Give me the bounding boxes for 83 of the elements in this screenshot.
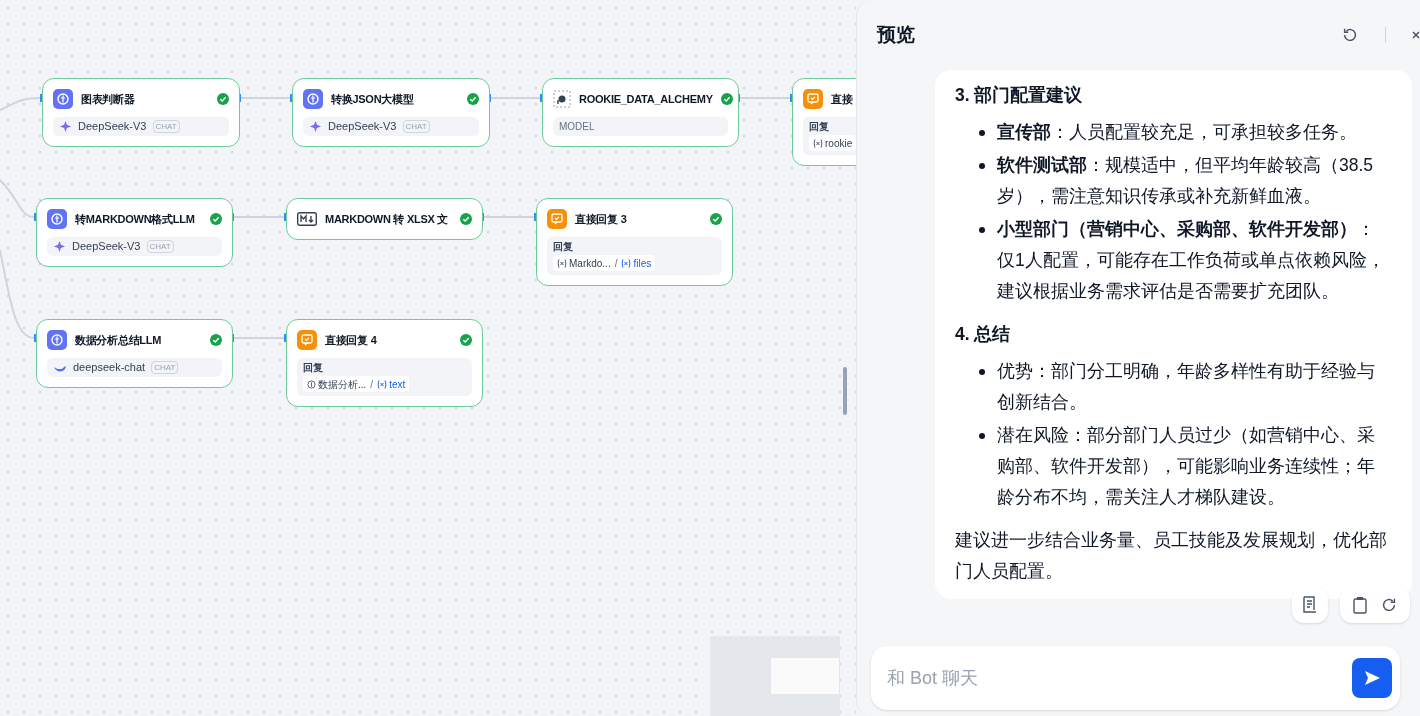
model-name: MODEL bbox=[559, 120, 595, 134]
regenerate-icon[interactable] bbox=[1380, 596, 1398, 614]
copy-icon[interactable] bbox=[1352, 596, 1368, 614]
minimap-viewport bbox=[771, 658, 839, 694]
reply-node-icon bbox=[803, 89, 823, 109]
node-title: 直接 bbox=[831, 91, 854, 107]
connector-line bbox=[483, 216, 535, 218]
reply-node-icon bbox=[297, 330, 317, 350]
bullet-text: 软件测试部：规模适中，但平均年龄较高（38.5岁），需注意知识传承或补充新鲜血液。 bbox=[997, 154, 1375, 208]
model-node-icon bbox=[303, 89, 323, 109]
panel-title: 预览 bbox=[877, 22, 916, 47]
node-title: 转MARKDOWN格式LLM bbox=[75, 211, 196, 227]
bullet-text: 潜在风险：部分部门人员过少（如营销中心、采购部、软件开发部），可能影响业务连续性；年龄分布不均，需关注人才梯队建设。 bbox=[997, 424, 1376, 509]
connector-line bbox=[233, 216, 285, 218]
connector-line bbox=[490, 97, 541, 99]
send-button[interactable] bbox=[1352, 658, 1392, 698]
message-field[interactable]: 和 Bot 聊天 bbox=[887, 664, 1352, 692]
model-tag: CHAT bbox=[152, 120, 180, 133]
sparkle-logo-icon bbox=[53, 240, 66, 253]
sparkle-logo-icon bbox=[59, 120, 72, 133]
variable-source: Markdo... bbox=[569, 256, 611, 271]
variable-icon bbox=[557, 258, 567, 268]
variable-icon bbox=[621, 258, 632, 268]
model-tag: CHAT bbox=[146, 240, 174, 253]
model-tag: CHAT bbox=[402, 120, 430, 133]
section-heading: 3. 部门配置建议 bbox=[955, 84, 1084, 107]
workflow-node[interactable]: 直接回复 3 回复 Markdo... / files bbox=[536, 198, 733, 286]
model-tag: CHAT bbox=[151, 361, 179, 374]
workflow-node[interactable]: 数据分析总结LLM deepseek-chat CHAT bbox=[36, 319, 233, 388]
connector-line bbox=[0, 97, 41, 111]
section-heading: 4. 总结 bbox=[955, 323, 1012, 346]
reply-label: 回复 bbox=[809, 121, 830, 133]
node-title: 直接回复 4 bbox=[325, 332, 378, 348]
send-icon bbox=[1363, 669, 1381, 687]
variable-source: 数据分析... bbox=[318, 377, 367, 392]
reply-label: 回复 bbox=[303, 362, 324, 374]
summary-paragraph: 建议进一步结合业务量、员工技能及发展规划，优化部门人员配置。 bbox=[955, 529, 1388, 583]
markdown-icon bbox=[297, 212, 317, 226]
node-title: MARKDOWN 转 XLSX 文 bbox=[325, 211, 450, 227]
separator-slash: / bbox=[614, 256, 618, 271]
node-title: 图表判断器 bbox=[81, 91, 136, 107]
resize-handle[interactable] bbox=[843, 367, 847, 415]
workflow-node[interactable]: MARKDOWN 转 XLSX 文 bbox=[286, 198, 483, 240]
workflow-node[interactable]: ROOKIE_DATA_ALCHEMY MODEL bbox=[542, 78, 739, 147]
model-name: DeepSeek-V3 bbox=[72, 239, 141, 255]
workflow-node[interactable]: 图表判断器 DeepSeek-V3 CHAT bbox=[42, 78, 240, 147]
model-name: DeepSeek-V3 bbox=[78, 119, 147, 135]
workflow-node[interactable]: 转MARKDOWN格式LLM DeepSeek-V3 CHAT bbox=[36, 198, 233, 267]
bullet-text: 小型部门（营销中心、采购部、软件开发部）：仅1人配置，可能存在工作负荷或单点依赖风险，建议根据业务需求评估是否需要扩充团队。 bbox=[997, 218, 1386, 303]
close-icon[interactable] bbox=[1412, 29, 1420, 41]
connector-line bbox=[739, 97, 791, 99]
node-title: 数据分析总结LLM bbox=[75, 332, 163, 348]
model-name: DeepSeek-V3 bbox=[328, 119, 397, 135]
variable-name: text bbox=[389, 377, 406, 392]
node-title: 直接回复 3 bbox=[575, 211, 628, 227]
chat-input[interactable]: 和 Bot 聊天 bbox=[871, 646, 1400, 710]
model-name: deepseek-chat bbox=[73, 360, 146, 376]
workflow-node[interactable]: 直接 回复 rookie bbox=[792, 78, 856, 166]
reply-label: 回复 bbox=[553, 241, 574, 253]
model-node-icon bbox=[47, 209, 67, 229]
refresh-icon[interactable] bbox=[1341, 26, 1359, 44]
node-title: ROOKIE_DATA_ALCHEMY bbox=[579, 91, 713, 107]
bullet-text: 优势：部门分工明确，年龄多样性有助于经验与创新结合。 bbox=[997, 360, 1376, 414]
model-node-icon bbox=[47, 330, 67, 350]
separator-slash: / bbox=[370, 377, 374, 392]
node-title: 转换JSON大模型 bbox=[331, 91, 415, 107]
connector-line bbox=[240, 97, 291, 99]
document-icon bbox=[1302, 596, 1318, 614]
variable-name: files bbox=[633, 256, 652, 271]
bullet-text: 宣传部：人员配置较充足，可承担较多任务。 bbox=[997, 121, 1357, 144]
minimap[interactable] bbox=[710, 636, 840, 716]
sparkle-logo-icon bbox=[309, 120, 322, 133]
reply-node-icon bbox=[547, 209, 567, 229]
connector-line bbox=[233, 337, 285, 339]
variable-source: rookie bbox=[825, 136, 853, 151]
variable-icon bbox=[813, 138, 823, 148]
document-button[interactable] bbox=[1292, 587, 1328, 623]
connector-line bbox=[0, 179, 35, 218]
workflow-node[interactable]: 转换JSON大模型 DeepSeek-V3 CHAT bbox=[292, 78, 490, 147]
workflow-node[interactable]: 直接回复 4 回复 数据分析... / text bbox=[286, 319, 483, 407]
variable-icon bbox=[377, 379, 388, 389]
model-icon bbox=[307, 379, 316, 389]
model-node-icon bbox=[53, 89, 73, 109]
